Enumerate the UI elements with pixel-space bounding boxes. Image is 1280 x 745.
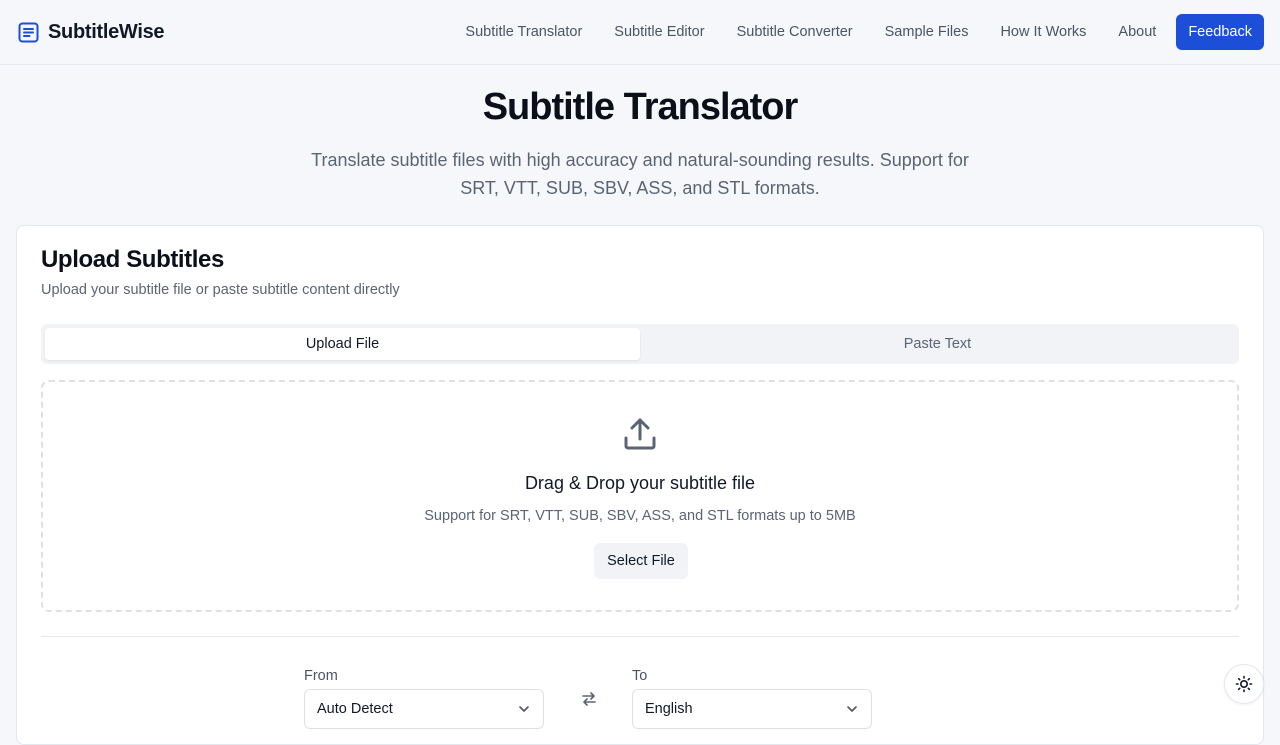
nav-link-subtitle-converter[interactable]: Subtitle Converter <box>737 24 853 40</box>
swap-arrows-icon[interactable] <box>580 690 598 708</box>
sun-icon <box>1235 675 1253 693</box>
card-description: Upload your subtitle file or paste subti… <box>41 282 400 298</box>
nav-link-subtitle-editor[interactable]: Subtitle Editor <box>614 24 704 40</box>
upload-subtitles-card: Upload Subtitles Upload your subtitle fi… <box>16 225 1264 745</box>
subtitle-file-icon <box>18 22 39 43</box>
upload-mode-tabs: Upload File Paste Text <box>41 324 1239 364</box>
dropzone-subtitle: Support for SRT, VTT, SUB, SBV, ASS, and… <box>424 508 856 524</box>
chevron-down-icon <box>845 702 859 716</box>
main-nav: Subtitle Translator Subtitle Editor Subt… <box>465 14 1264 50</box>
page-title: Subtitle Translator <box>482 86 799 128</box>
tab-paste-text[interactable]: Paste Text <box>640 328 1235 360</box>
from-language-select[interactable]: Auto Detect <box>304 689 544 729</box>
dropzone-title: Drag & Drop your subtitle file <box>524 473 756 493</box>
page-subtitle: Translate subtitle files with high accur… <box>311 150 969 198</box>
card-title: Upload Subtitles <box>41 246 224 273</box>
theme-toggle-button[interactable] <box>1224 664 1264 704</box>
nav-link-sample-files[interactable]: Sample Files <box>885 24 969 40</box>
from-language-label: From <box>304 668 338 684</box>
nav-link-subtitle-translator[interactable]: Subtitle Translator <box>465 24 582 40</box>
nav-link-about[interactable]: About <box>1118 24 1156 40</box>
to-language-value: English <box>645 701 693 717</box>
to-language-select[interactable]: English <box>632 689 872 729</box>
select-file-button[interactable]: Select File <box>594 543 688 579</box>
to-language-label: To <box>632 668 648 684</box>
brand-name: SubtitleWise <box>48 20 165 43</box>
feedback-button[interactable]: Feedback <box>1176 14 1264 50</box>
brand-logo-link[interactable]: SubtitleWise <box>18 20 165 44</box>
upload-icon <box>622 416 658 452</box>
from-language-value: Auto Detect <box>317 701 393 717</box>
tab-upload-file[interactable]: Upload File <box>45 328 640 360</box>
file-dropzone[interactable]: Drag & Drop your subtitle file Support f… <box>41 380 1239 612</box>
section-divider <box>41 636 1239 637</box>
chevron-down-icon <box>517 702 531 716</box>
top-navbar: SubtitleWise Subtitle Translator Subtitl… <box>0 0 1280 65</box>
nav-link-how-it-works[interactable]: How It Works <box>1000 24 1086 40</box>
